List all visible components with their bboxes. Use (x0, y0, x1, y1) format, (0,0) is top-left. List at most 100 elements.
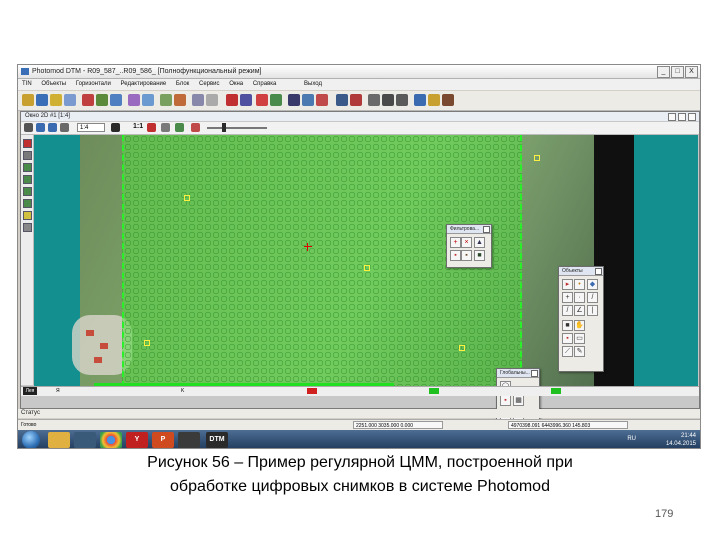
layer-green-icon[interactable] (23, 163, 32, 172)
close-button[interactable]: X (685, 66, 698, 78)
close-icon[interactable] (483, 226, 490, 233)
stereo-icon[interactable] (161, 123, 170, 132)
pen-icon[interactable]: ✎ (574, 346, 585, 357)
layer-green-2-icon[interactable] (23, 175, 32, 184)
edge-icon[interactable]: | (587, 305, 598, 316)
filter-icon[interactable] (174, 94, 186, 106)
tin-load-icon[interactable] (110, 94, 122, 106)
polygon-object-icon[interactable]: ◆ (587, 279, 598, 290)
select-object-icon[interactable]: ▸ (562, 279, 573, 290)
subwindow-minimize-button[interactable] (668, 113, 676, 121)
slope-icon[interactable]: ▪ (461, 250, 472, 261)
hand-icon[interactable]: ✋ (574, 320, 585, 331)
layer-scrollbar[interactable]: Лея Я K (21, 386, 699, 396)
new-icon[interactable] (36, 94, 48, 106)
link-icon[interactable]: ⟋ (562, 346, 573, 357)
global-points-icon[interactable]: ▪ (500, 395, 511, 406)
lock-icon[interactable] (226, 94, 238, 106)
menu-objects[interactable]: Объекты (41, 81, 66, 87)
menu-block[interactable]: Блок (176, 81, 189, 87)
stop-edit-icon[interactable]: ■ (562, 320, 573, 331)
marker-view-icon[interactable] (191, 123, 200, 132)
contours-icon[interactable] (128, 94, 140, 106)
menu-service[interactable]: Сервис (199, 81, 220, 87)
zoom-out-icon[interactable] (48, 123, 57, 132)
subwindow-maximize-button[interactable] (678, 113, 686, 121)
yandex-taskbar-icon[interactable]: Y (126, 432, 148, 448)
points-filter-icon[interactable]: ▪ (450, 250, 461, 261)
global-grid-icon[interactable]: ▦ (513, 395, 524, 406)
ratio-button[interactable]: 1:1 (133, 123, 143, 130)
pan-icon[interactable] (24, 123, 33, 132)
marker-icon[interactable] (316, 94, 328, 106)
powerpoint-taskbar-icon[interactable]: P (152, 432, 174, 448)
subwindow-close-button[interactable] (688, 113, 696, 121)
layer-green-3-icon[interactable] (23, 187, 32, 196)
pointer-icon[interactable] (206, 94, 218, 106)
brush-icon[interactable] (442, 94, 454, 106)
triangle-icon[interactable]: ▲ (474, 237, 485, 248)
start-button[interactable] (22, 431, 40, 448)
edit-point-icon[interactable] (23, 151, 32, 160)
fit-icon[interactable] (60, 123, 69, 132)
dem-icon[interactable] (160, 94, 172, 106)
dtm-taskbar-icon[interactable]: DTM (206, 432, 228, 448)
export-icon[interactable] (428, 94, 440, 106)
cross-icon[interactable] (396, 94, 408, 106)
menu-edit[interactable]: Редактирование (121, 81, 167, 87)
vertex-icon[interactable]: · (574, 292, 585, 303)
monitor-icon[interactable] (302, 94, 314, 106)
ruler-icon[interactable] (23, 223, 32, 232)
folder-icon[interactable] (50, 94, 62, 106)
tree-icon[interactable] (175, 123, 184, 132)
window-icon[interactable] (288, 94, 300, 106)
layer-green-4-icon[interactable] (23, 199, 32, 208)
add-icon[interactable]: + (450, 237, 461, 248)
media-taskbar-icon[interactable] (178, 432, 200, 448)
cross-object-icon[interactable]: + (562, 292, 573, 303)
close-icon[interactable] (595, 268, 602, 275)
save-icon[interactable] (64, 94, 76, 106)
tin-build-icon[interactable] (82, 94, 94, 106)
point-object-icon[interactable]: • (574, 279, 585, 290)
move-icon[interactable] (270, 94, 282, 106)
chrome-taskbar-icon[interactable] (100, 432, 122, 448)
menu-windows[interactable]: Окна (229, 81, 243, 87)
menu-exit[interactable]: Выход (304, 81, 322, 87)
open-project-icon[interactable] (22, 94, 34, 106)
minimize-button[interactable]: _ (657, 66, 670, 78)
delete-icon[interactable]: × (461, 237, 472, 248)
grid-icon[interactable] (142, 94, 154, 106)
brightness-slider-handle[interactable] (222, 123, 226, 132)
zoom-in-icon[interactable] (36, 123, 45, 132)
line-icon[interactable]: / (587, 292, 598, 303)
rect-tool-icon[interactable]: ▭ (574, 333, 585, 344)
menu-contours[interactable]: Горизонтали (76, 81, 111, 87)
tin-edit-icon[interactable] (96, 94, 108, 106)
clock[interactable]: 21:44 14.04.2015 (656, 432, 696, 448)
rotate-icon[interactable] (382, 94, 394, 106)
measure-icon[interactable]: ∠ (574, 305, 585, 316)
explorer-taskbar-icon[interactable] (48, 432, 70, 448)
zoom-reset-icon[interactable] (111, 123, 120, 132)
info-icon[interactable] (336, 94, 348, 106)
zoom-select[interactable]: 1:4 (77, 123, 105, 132)
close-icon[interactable] (531, 370, 538, 377)
language-indicator[interactable]: RU (627, 436, 636, 442)
add-point-icon[interactable] (23, 139, 32, 148)
folder-taskbar-icon[interactable] (74, 432, 96, 448)
points-icon[interactable] (192, 94, 204, 106)
stop-icon[interactable] (256, 94, 268, 106)
layers-icon[interactable] (240, 94, 252, 106)
layer-yellow-icon[interactable] (23, 211, 32, 220)
red-tool-icon[interactable]: ▪ (562, 333, 573, 344)
break-line-icon[interactable]: / (562, 305, 573, 316)
stop-view-icon[interactable] (147, 123, 156, 132)
menu-help[interactable]: Справка (253, 81, 277, 87)
surface-icon[interactable]: ■ (474, 250, 485, 261)
maximize-button[interactable]: □ (671, 66, 684, 78)
stats-icon[interactable] (350, 94, 362, 106)
save-tin-icon[interactable] (414, 94, 426, 106)
menu-tin[interactable]: TIN (22, 81, 32, 87)
target-icon[interactable] (368, 94, 380, 106)
